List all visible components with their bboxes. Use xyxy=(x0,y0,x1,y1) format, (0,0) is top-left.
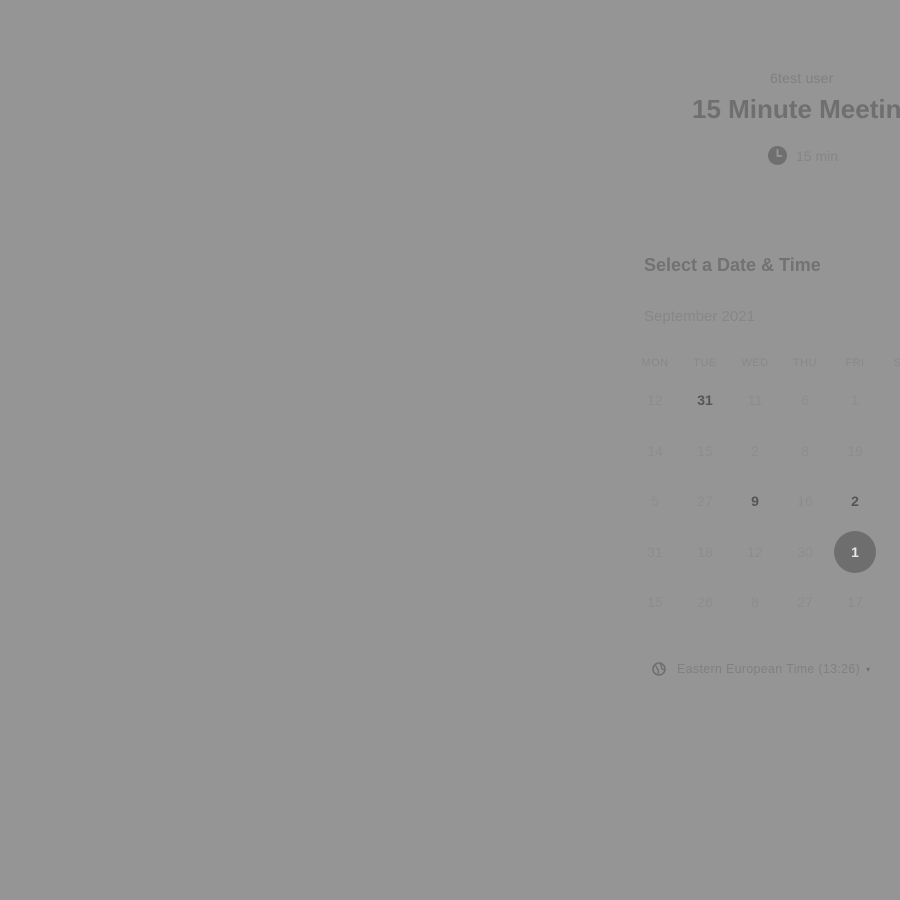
day-number xyxy=(884,430,900,472)
day-number: 15 xyxy=(647,594,663,611)
booking-page: 6test user 15 Minute Meeting 15 min Sele… xyxy=(0,0,900,900)
day-number: 17 xyxy=(847,594,863,611)
day-number: 27 xyxy=(797,594,813,611)
calendar-day xyxy=(880,581,900,623)
calendar-week-row: 5 27 9 16 2 xyxy=(630,476,900,527)
calendar-day: 6 xyxy=(780,379,830,421)
calendar-day: 30 xyxy=(780,531,830,573)
day-number: 1 xyxy=(834,530,876,573)
chevron-down-icon: ▾ xyxy=(866,664,871,674)
weekday-label: SAT xyxy=(893,357,900,369)
calendar-day: 11 xyxy=(730,379,780,421)
calendar-day: 1 xyxy=(830,379,880,421)
calendar-day: 19 xyxy=(830,430,880,472)
host-name: 6test user xyxy=(770,70,834,86)
calendar-day xyxy=(880,480,900,522)
calendar-day-available[interactable]: 2 xyxy=(830,480,880,522)
day-number: 15 xyxy=(697,442,713,459)
month-label: September 2021 xyxy=(644,308,755,325)
calendar-week-row: 14 15 2 8 19 xyxy=(630,426,900,477)
weekday-label: FRI xyxy=(845,357,865,369)
calendar-day: 27 xyxy=(780,581,830,623)
day-number: 2 xyxy=(884,531,900,573)
calendar-day-available[interactable]: 31 xyxy=(680,379,730,421)
calendar-day: 16 xyxy=(780,480,830,522)
calendar-day: 5 xyxy=(630,480,680,522)
calendar-day: 31 xyxy=(630,531,680,573)
calendar-week-row: 31 18 12 30 1 2 xyxy=(630,527,900,578)
timezone-label: Eastern European Time (13:26) xyxy=(677,662,861,676)
calendar-week-row: 15 26 8 27 17 xyxy=(630,577,900,628)
calendar-day: 12 xyxy=(630,379,680,421)
calendar-grid: 12 31 11 6 1 14 15 2 8 19 5 27 9 16 2 31… xyxy=(630,375,900,628)
day-number: 8 xyxy=(801,442,809,459)
calendar-day-selected[interactable]: 1 xyxy=(830,530,880,573)
weekday-label: MON xyxy=(641,357,669,369)
day-number: 31 xyxy=(697,392,713,409)
day-number: 27 xyxy=(697,493,713,510)
weekday-label: THU xyxy=(792,357,818,369)
calendar-day: 26 xyxy=(680,581,730,623)
day-number: 2 xyxy=(751,442,759,459)
day-number: 9 xyxy=(751,493,759,510)
calendar-day: 15 xyxy=(630,581,680,623)
day-number xyxy=(884,480,900,522)
calendar-day: 15 xyxy=(680,430,730,472)
day-number: 6 xyxy=(801,392,809,409)
calendar-week-row: 12 31 11 6 1 xyxy=(630,375,900,426)
calendar-day: 8 xyxy=(780,430,830,472)
event-duration: 15 min xyxy=(768,146,838,165)
calendar-day: 8 xyxy=(730,581,780,623)
calendar-day: 2 xyxy=(730,430,780,472)
calendar-day: 27 xyxy=(680,480,730,522)
day-number: 14 xyxy=(647,442,663,459)
day-number: 26 xyxy=(697,594,713,611)
day-number: 18 xyxy=(697,543,713,560)
day-number: 12 xyxy=(747,543,763,560)
calendar-day: 12 xyxy=(730,531,780,573)
weekday-label: WED xyxy=(741,357,769,369)
calendar-day xyxy=(880,379,900,421)
timezone-selector[interactable]: Eastern European Time (13:26) ▾ xyxy=(652,662,870,676)
day-number: 5 xyxy=(651,493,659,510)
day-number: 16 xyxy=(797,493,813,510)
event-title: 15 Minute Meeting xyxy=(692,94,900,124)
day-number: 1 xyxy=(851,392,859,409)
day-number: 19 xyxy=(847,442,863,459)
day-number: 11 xyxy=(747,392,763,409)
weekday-header: MON TUE WED THU FRI SAT xyxy=(630,357,900,369)
clock-icon xyxy=(768,146,787,165)
day-number: 30 xyxy=(797,543,813,560)
day-number: 12 xyxy=(647,392,663,409)
day-number: 31 xyxy=(647,543,663,560)
calendar-day: 2 xyxy=(880,531,900,573)
calendar-day: 14 xyxy=(630,430,680,472)
calendar-day-available[interactable]: 9 xyxy=(730,480,780,522)
calendar-day xyxy=(880,430,900,472)
day-number xyxy=(884,379,900,421)
weekday-label: TUE xyxy=(693,357,717,369)
globe-icon xyxy=(652,662,666,676)
section-title: Select a Date & Time xyxy=(644,255,821,275)
calendar-day: 18 xyxy=(680,531,730,573)
day-number: 2 xyxy=(851,493,859,510)
day-number xyxy=(884,581,900,623)
calendar-day: 17 xyxy=(830,581,880,623)
duration-label: 15 min xyxy=(796,147,839,164)
day-number: 8 xyxy=(751,594,759,611)
